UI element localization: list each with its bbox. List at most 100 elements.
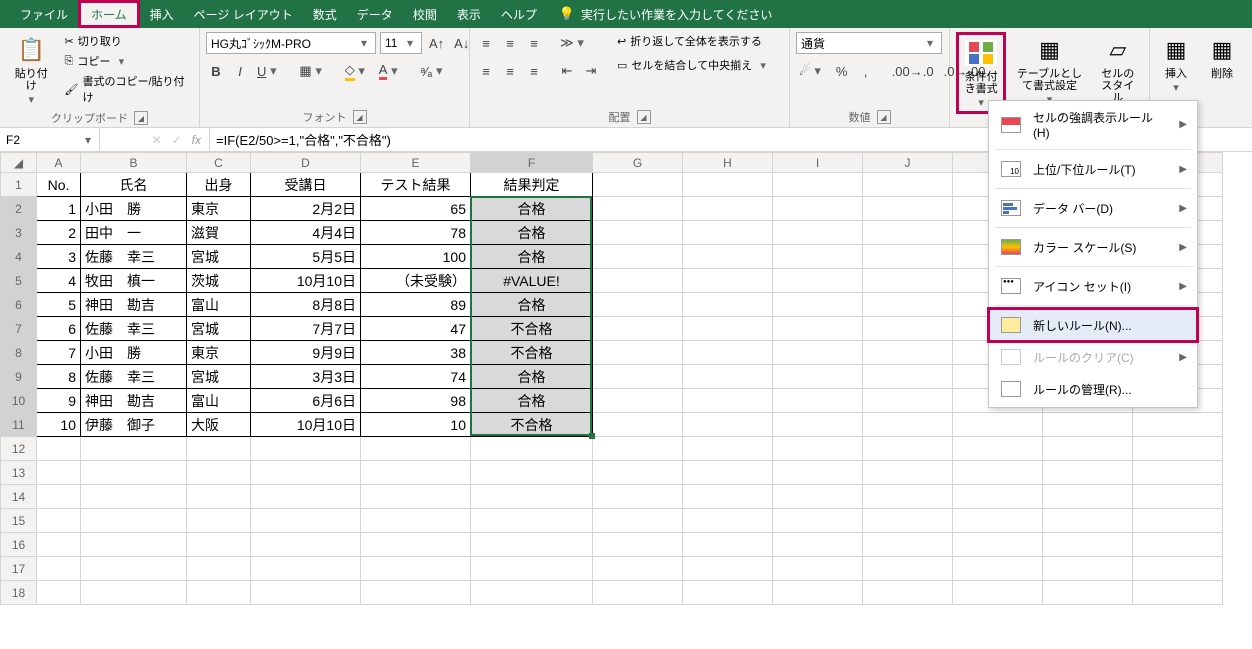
cell-E7[interactable]: 47 bbox=[361, 317, 471, 341]
cell-C16[interactable] bbox=[187, 533, 251, 557]
align-right-button[interactable]: ≡ bbox=[524, 60, 544, 82]
cell-C18[interactable] bbox=[187, 581, 251, 605]
cell-J11[interactable] bbox=[863, 413, 953, 437]
cell-E11[interactable]: 10 bbox=[361, 413, 471, 437]
cell-F3[interactable]: 合格 bbox=[471, 221, 593, 245]
menu-top-bottom-rules[interactable]: 上位/下位ルール(T)▶ bbox=[989, 153, 1197, 185]
tab-home[interactable]: ホーム bbox=[78, 0, 140, 28]
cell-I18[interactable] bbox=[773, 581, 863, 605]
font-color-button[interactable]: A▾ bbox=[376, 60, 405, 82]
cell-F12[interactable] bbox=[471, 437, 593, 461]
cell-I7[interactable] bbox=[773, 317, 863, 341]
cell-K14[interactable] bbox=[953, 485, 1043, 509]
cell-F7[interactable]: 不合格 bbox=[471, 317, 593, 341]
fx-icon[interactable]: fx bbox=[192, 133, 201, 147]
cell-H5[interactable] bbox=[683, 269, 773, 293]
cell-M15[interactable] bbox=[1133, 509, 1223, 533]
phonetic-button[interactable]: ᵃ⁄ₐ▾ bbox=[417, 60, 449, 82]
cell-I17[interactable] bbox=[773, 557, 863, 581]
cell-I8[interactable] bbox=[773, 341, 863, 365]
tab-formulas[interactable]: 数式 bbox=[303, 0, 347, 28]
fill-color-button[interactable]: ◇▾ bbox=[342, 60, 372, 82]
cell-G7[interactable] bbox=[593, 317, 683, 341]
cell-B6[interactable]: 神田 勘吉 bbox=[81, 293, 187, 317]
cell-L14[interactable] bbox=[1043, 485, 1133, 509]
cell-B16[interactable] bbox=[81, 533, 187, 557]
cell-M18[interactable] bbox=[1133, 581, 1223, 605]
cell-A1[interactable]: No. bbox=[37, 173, 81, 197]
column-header-J[interactable]: J bbox=[863, 153, 953, 173]
cell-F10[interactable]: 合格 bbox=[471, 389, 593, 413]
row-header-13[interactable]: 13 bbox=[1, 461, 37, 485]
number-dialog-launcher[interactable]: ◢ bbox=[877, 110, 891, 124]
cell-E2[interactable]: 65 bbox=[361, 197, 471, 221]
cell-M14[interactable] bbox=[1133, 485, 1223, 509]
cell-L13[interactable] bbox=[1043, 461, 1133, 485]
cell-B4[interactable]: 佐藤 幸三 bbox=[81, 245, 187, 269]
cell-E14[interactable] bbox=[361, 485, 471, 509]
cell-E12[interactable] bbox=[361, 437, 471, 461]
cell-I6[interactable] bbox=[773, 293, 863, 317]
cell-J15[interactable] bbox=[863, 509, 953, 533]
menu-new-rule[interactable]: 新しいルール(N)... bbox=[987, 307, 1199, 343]
cell-G2[interactable] bbox=[593, 197, 683, 221]
cell-C10[interactable]: 富山 bbox=[187, 389, 251, 413]
cell-J1[interactable] bbox=[863, 173, 953, 197]
cell-B5[interactable]: 牧田 槙一 bbox=[81, 269, 187, 293]
tab-data[interactable]: データ bbox=[347, 0, 403, 28]
row-header-8[interactable]: 8 bbox=[1, 341, 37, 365]
cell-G9[interactable] bbox=[593, 365, 683, 389]
cell-M16[interactable] bbox=[1133, 533, 1223, 557]
cell-G18[interactable] bbox=[593, 581, 683, 605]
font-name-combo[interactable]: HG丸ｺﾞｼｯｸM-PRO▾ bbox=[206, 32, 376, 54]
cell-C8[interactable]: 東京 bbox=[187, 341, 251, 365]
cell-H16[interactable] bbox=[683, 533, 773, 557]
cell-G8[interactable] bbox=[593, 341, 683, 365]
column-header-D[interactable]: D bbox=[251, 153, 361, 173]
cell-K17[interactable] bbox=[953, 557, 1043, 581]
cell-G1[interactable] bbox=[593, 173, 683, 197]
insert-cells-button[interactable]: ▦挿入▾ bbox=[1156, 32, 1196, 96]
column-header-G[interactable]: G bbox=[593, 153, 683, 173]
cell-B13[interactable] bbox=[81, 461, 187, 485]
decrease-indent-button[interactable]: ⇤ bbox=[557, 60, 577, 82]
cell-C7[interactable]: 宮城 bbox=[187, 317, 251, 341]
cell-H15[interactable] bbox=[683, 509, 773, 533]
cell-J8[interactable] bbox=[863, 341, 953, 365]
cell-E17[interactable] bbox=[361, 557, 471, 581]
cell-D10[interactable]: 6月6日 bbox=[251, 389, 361, 413]
cell-F18[interactable] bbox=[471, 581, 593, 605]
cell-H10[interactable] bbox=[683, 389, 773, 413]
percent-button[interactable]: % bbox=[832, 60, 852, 82]
align-left-button[interactable]: ≡ bbox=[476, 60, 496, 82]
align-top-button[interactable]: ≡ bbox=[476, 32, 496, 54]
cell-G5[interactable] bbox=[593, 269, 683, 293]
cell-I15[interactable] bbox=[773, 509, 863, 533]
cell-D4[interactable]: 5月5日 bbox=[251, 245, 361, 269]
row-header-5[interactable]: 5 bbox=[1, 269, 37, 293]
cell-G3[interactable] bbox=[593, 221, 683, 245]
cell-I9[interactable] bbox=[773, 365, 863, 389]
cell-C17[interactable] bbox=[187, 557, 251, 581]
cell-G12[interactable] bbox=[593, 437, 683, 461]
tab-pagelayout[interactable]: ページ レイアウト bbox=[184, 0, 303, 28]
row-header-1[interactable]: 1 bbox=[1, 173, 37, 197]
cell-I4[interactable] bbox=[773, 245, 863, 269]
cancel-icon[interactable]: ✕ bbox=[152, 133, 162, 147]
paste-dropdown[interactable]: ▾ bbox=[24, 94, 38, 106]
number-format-combo[interactable]: 通貨▾ bbox=[796, 32, 942, 54]
cell-K18[interactable] bbox=[953, 581, 1043, 605]
cell-E1[interactable]: テスト結果 bbox=[361, 173, 471, 197]
cell-I11[interactable] bbox=[773, 413, 863, 437]
row-header-11[interactable]: 11 bbox=[1, 413, 37, 437]
cell-A3[interactable]: 2 bbox=[37, 221, 81, 245]
cell-B9[interactable]: 佐藤 幸三 bbox=[81, 365, 187, 389]
cell-J16[interactable] bbox=[863, 533, 953, 557]
cell-B8[interactable]: 小田 勝 bbox=[81, 341, 187, 365]
border-button[interactable]: ▦▾ bbox=[296, 60, 328, 82]
cell-K15[interactable] bbox=[953, 509, 1043, 533]
cell-J3[interactable] bbox=[863, 221, 953, 245]
cell-C2[interactable]: 東京 bbox=[187, 197, 251, 221]
column-header-C[interactable]: C bbox=[187, 153, 251, 173]
cell-F8[interactable]: 不合格 bbox=[471, 341, 593, 365]
